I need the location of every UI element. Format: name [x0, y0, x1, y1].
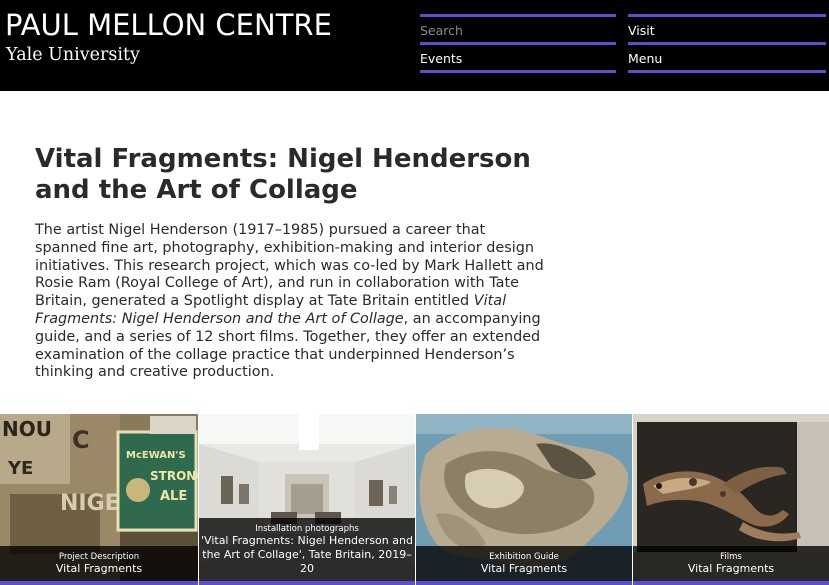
svg-text:YE: YE — [7, 458, 33, 479]
nav-events[interactable]: Events — [420, 42, 616, 73]
tile-accent-bar — [199, 581, 415, 585]
nav-menu-label[interactable]: Menu — [628, 51, 662, 66]
search-input[interactable] — [420, 20, 616, 40]
tile-title: Vital Fragments — [55, 562, 143, 575]
tile-caption: Exhibition Guide Vital Fragments — [416, 546, 632, 581]
tile-films[interactable]: Films Vital Fragments — [633, 414, 829, 585]
tile-installation-photographs[interactable]: Installation photographs 'Vital Fragment… — [199, 414, 415, 585]
nav-visit-label[interactable]: Visit — [628, 23, 655, 38]
tile-accent-bar — [0, 581, 198, 585]
logo-subtitle[interactable]: Yale University — [6, 45, 140, 65]
tile-title: Vital Fragments — [687, 562, 775, 575]
svg-text:C: C — [72, 426, 90, 454]
tile-accent-bar — [633, 581, 829, 585]
search-box — [420, 14, 616, 41]
tile-title: Vital Fragments — [480, 562, 568, 575]
nav-menu[interactable]: Menu — [628, 42, 826, 73]
tile-kicker: Installation photographs — [255, 524, 359, 534]
nav-visit[interactable]: Visit — [628, 14, 826, 41]
svg-text:NOU: NOU — [2, 417, 52, 441]
nav-events-label[interactable]: Events — [420, 51, 462, 66]
tile-accent-bar — [416, 581, 632, 585]
tile-title: 'Vital Fragments: Nigel Henderson and th… — [201, 534, 413, 575]
svg-text:ALE: ALE — [160, 489, 187, 504]
tile-project-description[interactable]: NOU C YE NIGEL McEWAN'S STRONG ALE Proje… — [0, 414, 198, 585]
tile-row: NOU C YE NIGEL McEWAN'S STRONG ALE Proje… — [0, 414, 829, 585]
tile-caption: Installation photographs 'Vital Fragment… — [199, 518, 415, 581]
tile-kicker: Films — [720, 552, 742, 562]
intro-text: The artist Nigel Henderson (1917–1985) p… — [35, 222, 544, 310]
tile-kicker: Exhibition Guide — [489, 552, 559, 562]
tile-caption: Project Description Vital Fragments — [0, 546, 198, 581]
svg-text:McEWAN'S: McEWAN'S — [126, 450, 186, 461]
intro-paragraph: The artist Nigel Henderson (1917–1985) p… — [35, 222, 550, 382]
tile-caption: Films Vital Fragments — [633, 546, 829, 581]
page-title: Vital Fragments: Nigel Henderson and the… — [35, 144, 531, 205]
svg-text:STRONG: STRONG — [150, 469, 198, 483]
tile-kicker: Project Description — [58, 552, 140, 562]
tile-exhibition-guide[interactable]: Exhibition Guide Vital Fragments — [416, 414, 632, 585]
logo-title[interactable]: PAUL MELLON CENTRE — [5, 8, 332, 42]
site-header: PAUL MELLON CENTRE Yale University Visit… — [0, 0, 829, 91]
